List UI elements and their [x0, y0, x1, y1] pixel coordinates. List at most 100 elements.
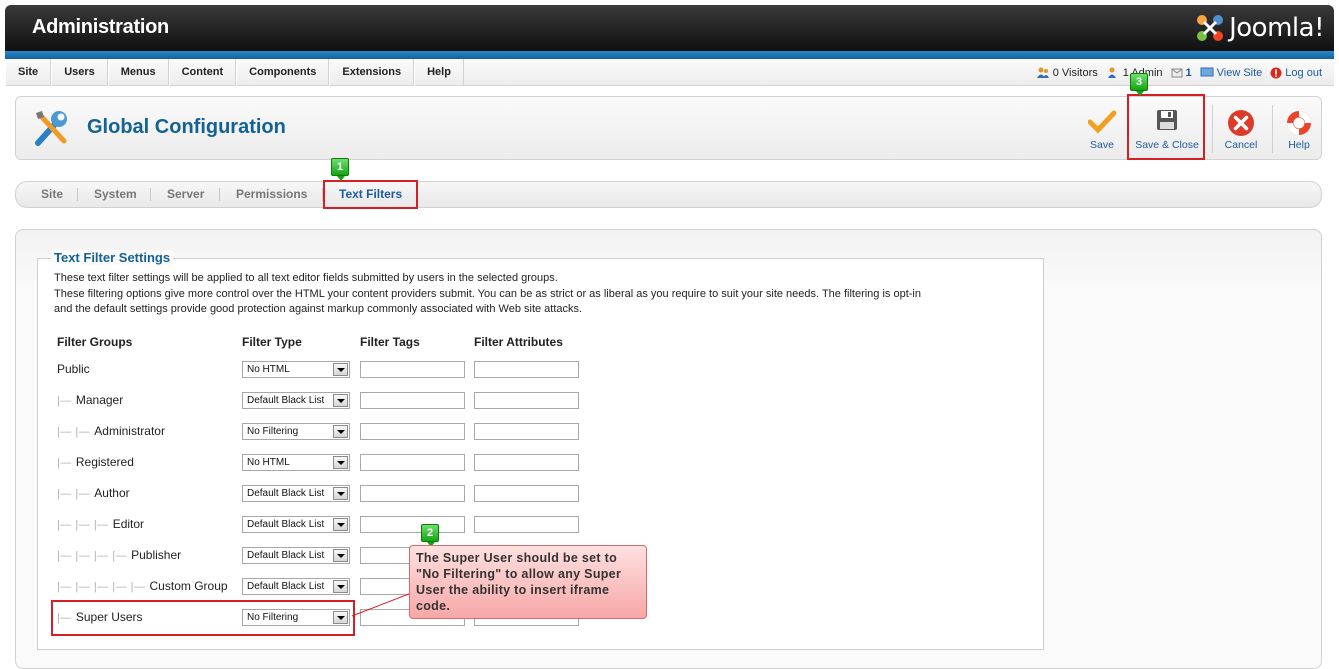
filter-type-value: Default Black List	[247, 395, 325, 406]
group-label: |— |— Administrator	[57, 424, 165, 438]
header-filter-groups: Filter Groups	[57, 335, 133, 349]
filter-type-value: No Filtering	[247, 426, 299, 437]
view-site-link[interactable]: View Site	[1200, 66, 1263, 79]
dropdown-arrow-icon	[333, 487, 348, 500]
status-area: 0 Visitors 1 Admin 1 View Site Log out	[1028, 59, 1322, 86]
filter-type-select[interactable]: Default Black List	[242, 392, 350, 409]
menu-item-content[interactable]: Content	[168, 59, 237, 86]
filter-type-select[interactable]: Default Black List	[242, 547, 350, 564]
visitors-status: 0 Visitors	[1036, 67, 1098, 79]
tree-indent: |— |— |— |—	[57, 550, 128, 562]
filter-attributes-input[interactable]	[474, 423, 579, 440]
messages-status[interactable]: 1	[1171, 67, 1192, 79]
joomla-logo-icon	[1197, 15, 1224, 41]
visitors-count: 0 Visitors	[1052, 66, 1098, 79]
filter-tags-input[interactable]	[360, 361, 465, 378]
filter-type-select[interactable]: Default Black List	[242, 578, 350, 595]
group-name: Registered	[75, 455, 134, 469]
filter-attributes-input[interactable]	[474, 454, 579, 471]
menu-item-help[interactable]: Help	[414, 59, 464, 86]
menu-item-users[interactable]: Users	[51, 59, 108, 86]
filter-type-value: Default Black List	[247, 581, 325, 592]
header-filter-tags: Filter Tags	[360, 335, 420, 349]
annotation-callout: The Super User should be set to "No Filt…	[409, 545, 647, 619]
group-name: Custom Group	[149, 579, 228, 593]
header-bar: Administration Joomla!	[5, 5, 1334, 51]
config-tools-icon	[35, 111, 67, 146]
tab-system[interactable]: System	[94, 182, 137, 207]
logout-link[interactable]: Log out	[1270, 67, 1322, 79]
group-label: Public	[57, 362, 90, 376]
tab-site[interactable]: Site	[41, 182, 63, 207]
group-name: Public	[57, 362, 90, 376]
filter-type-select[interactable]: No Filtering	[242, 423, 350, 440]
save-label: Save	[1090, 139, 1114, 151]
group-label: |— |— |— |— |— Custom Group	[57, 579, 228, 593]
group-label: |— Manager	[57, 393, 123, 407]
dropdown-arrow-icon	[333, 456, 348, 469]
filter-tags-input[interactable]	[360, 516, 465, 533]
messages-count: 1	[1185, 66, 1192, 79]
menu-item-site[interactable]: Site	[5, 59, 52, 86]
tree-indent: |— |—	[57, 426, 91, 438]
header-accent-bar	[5, 51, 1334, 59]
filter-attributes-input[interactable]	[474, 361, 579, 378]
view-site-label: View Site	[1216, 66, 1263, 79]
cancel-button[interactable]: Cancel	[1217, 97, 1265, 161]
tree-indent: |— |—	[57, 488, 91, 500]
group-name: Author	[94, 486, 130, 500]
dropdown-arrow-icon	[333, 518, 348, 531]
group-name: Editor	[112, 517, 145, 531]
filter-type-value: Default Black List	[247, 519, 325, 530]
joomla-logo[interactable]: Joomla!	[1195, 11, 1324, 45]
filter-type-select[interactable]: No HTML	[242, 361, 350, 378]
filter-type-value: No HTML	[247, 457, 290, 468]
filter-type-value: Default Black List	[247, 550, 325, 561]
dropdown-arrow-icon	[333, 363, 348, 376]
tab-permissions[interactable]: Permissions	[236, 182, 307, 207]
filter-type-select[interactable]: Default Black List	[242, 516, 350, 533]
tree-indent: |— |— |— |— |—	[57, 581, 146, 593]
filter-description-line3: and the default settings provide good pr…	[54, 303, 583, 315]
filter-attributes-input[interactable]	[474, 392, 579, 409]
filter-description-line2: These filtering options give more contro…	[54, 288, 921, 300]
filter-tags-input[interactable]	[360, 485, 465, 502]
dropdown-arrow-icon	[333, 394, 348, 407]
filter-tags-input[interactable]	[360, 454, 465, 471]
dropdown-arrow-icon	[333, 425, 348, 438]
tab-server[interactable]: Server	[167, 182, 204, 207]
admin-title: Administration	[32, 16, 169, 38]
menu-item-extensions[interactable]: Extensions	[329, 59, 415, 86]
checkmark-icon	[1088, 110, 1116, 134]
group-label: |— |— |— Editor	[57, 517, 144, 531]
filter-attributes-input[interactable]	[474, 516, 579, 533]
tab-separator	[219, 188, 220, 201]
text-filters-highlight	[323, 180, 418, 209]
toolbar-separator	[1212, 105, 1213, 153]
help-button[interactable]: Help	[1275, 97, 1323, 161]
group-label: |— |— Author	[57, 486, 130, 500]
dropdown-arrow-icon	[333, 549, 348, 562]
save-button[interactable]: Save	[1078, 97, 1126, 161]
group-label: |— |— |— |— Publisher	[57, 548, 181, 562]
tree-indent: |—	[57, 457, 72, 469]
toolbar: Global Configuration Save Save & Close C…	[15, 96, 1322, 160]
cancel-label: Cancel	[1224, 139, 1258, 151]
tab-separator	[150, 188, 151, 201]
filter-type-select[interactable]: Default Black List	[242, 485, 350, 502]
help-label: Help	[1288, 139, 1310, 151]
step-badge-1: 1	[331, 158, 349, 181]
filter-tags-input[interactable]	[360, 392, 465, 409]
group-name: Manager	[75, 393, 124, 407]
menu-item-components[interactable]: Components	[236, 59, 330, 86]
filter-type-select[interactable]: No HTML	[242, 454, 350, 471]
menu-item-menus[interactable]: Menus	[107, 59, 169, 86]
filter-type-value: No HTML	[247, 364, 290, 375]
logo-text: Joomla!	[1229, 13, 1324, 43]
filter-attributes-input[interactable]	[474, 485, 579, 502]
mail-icon	[1171, 68, 1183, 77]
main-menu: Site Users Menus Content Components Exte…	[5, 59, 464, 86]
tab-separator	[77, 188, 78, 201]
filter-tags-input[interactable]	[360, 423, 465, 440]
page-title: Global Configuration	[87, 116, 286, 138]
